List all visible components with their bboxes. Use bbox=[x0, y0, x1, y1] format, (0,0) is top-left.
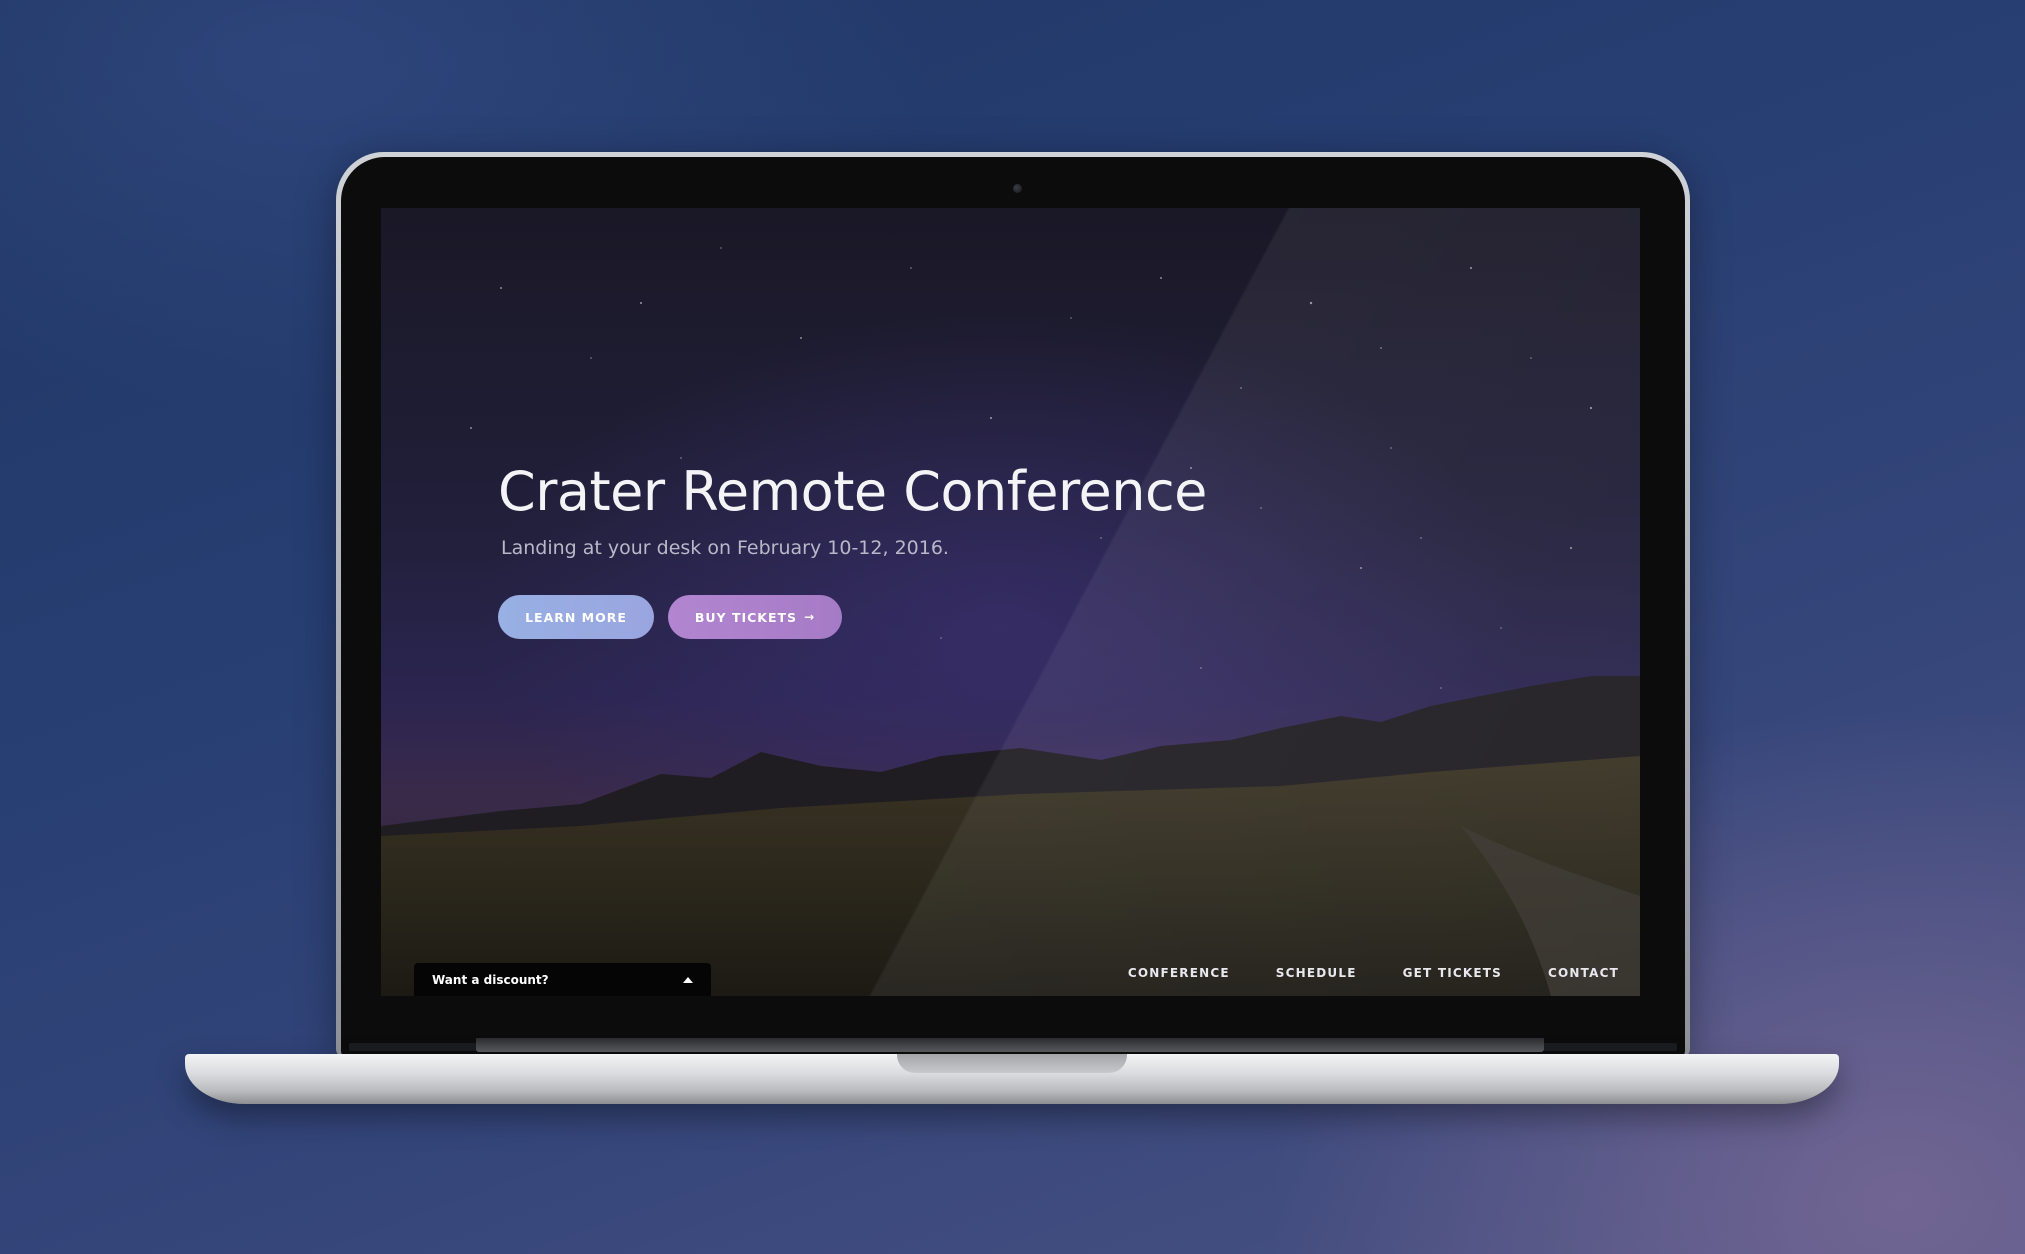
nav-item-contact[interactable]: CONTACT bbox=[1548, 966, 1619, 980]
laptop-thumb-notch bbox=[897, 1054, 1127, 1073]
camera-icon bbox=[1013, 184, 1022, 193]
nav-item-conference[interactable]: CONFERENCE bbox=[1128, 966, 1230, 980]
laptop-hinge bbox=[476, 1038, 1544, 1052]
arrow-right-icon: → bbox=[804, 610, 816, 624]
landscape-image bbox=[381, 676, 1640, 996]
buy-tickets-label: BUY TICKETS bbox=[694, 609, 798, 625]
main-nav: CONFERENCE SCHEDULE GET TICKETS CONTACT bbox=[1128, 966, 1619, 980]
learn-more-button[interactable]: LEARN MORE bbox=[498, 595, 654, 639]
page-title: Crater Remote Conference bbox=[498, 460, 1207, 523]
nav-item-get-tickets[interactable]: GET TICKETS bbox=[1403, 966, 1502, 980]
website-screen: Crater Remote Conference Landing at your… bbox=[381, 208, 1640, 996]
discount-toggle[interactable]: Want a discount? bbox=[414, 963, 711, 996]
nav-item-schedule[interactable]: SCHEDULE bbox=[1276, 966, 1357, 980]
discount-label: Want a discount? bbox=[432, 972, 549, 987]
caret-up-icon bbox=[683, 976, 693, 983]
hero-subtitle: Landing at your desk on February 10-12, … bbox=[501, 537, 949, 559]
hero-section: Crater Remote Conference Landing at your… bbox=[498, 460, 1207, 639]
buy-tickets-button[interactable]: BUY TICKETS → bbox=[668, 595, 842, 639]
hero-buttons: LEARN MORE BUY TICKETS → bbox=[498, 595, 1207, 639]
learn-more-label: LEARN MORE bbox=[525, 609, 627, 625]
